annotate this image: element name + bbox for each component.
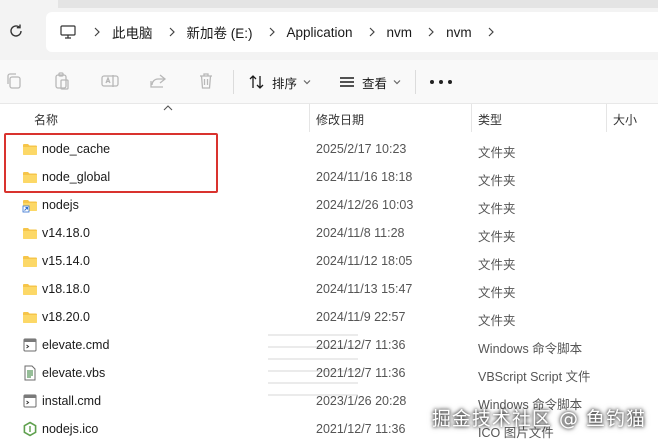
file-type: 文件夹 (478, 202, 516, 216)
highlight-annotation-box (4, 133, 218, 193)
file-type: 文件夹 (478, 146, 516, 160)
more-options-button[interactable] (430, 72, 452, 92)
file-name: elevate.vbs (42, 366, 106, 380)
copy-icon[interactable] (4, 71, 24, 91)
refresh-icon[interactable] (7, 22, 25, 40)
dot-icon (439, 80, 443, 84)
folder-icon (23, 312, 37, 323)
chevron-right-icon[interactable] (92, 26, 102, 38)
column-size[interactable]: 大小 (613, 111, 637, 128)
column-date[interactable]: 修改日期 (316, 111, 364, 128)
file-row[interactable]: v14.18.0 2024/11/8 11:28 文件夹 (0, 219, 658, 247)
address-area: 此电脑 新加卷 (E:) Application nvm nvm (0, 0, 658, 60)
file-type: Windows 命令脚本 (478, 342, 583, 356)
sort-button[interactable]: 排序 (248, 70, 311, 94)
nodejs-ico-icon (23, 421, 37, 437)
dot-icon (448, 80, 452, 84)
title-strip (58, 0, 658, 8)
file-date: 2025/2/17 10:23 (316, 142, 407, 156)
toolbar-divider (415, 70, 416, 94)
paste-icon[interactable] (52, 71, 72, 91)
breadcrumb-nvm[interactable]: nvm (387, 25, 413, 40)
vbs-file-icon (24, 365, 36, 381)
file-name: nodejs.ico (42, 422, 99, 436)
view-label: 查看 (362, 76, 388, 91)
file-date: 2024/11/8 11:28 (316, 226, 405, 240)
file-name: v18.20.0 (42, 310, 90, 324)
folder-shortcut-icon (22, 200, 37, 213)
file-type: 文件夹 (478, 286, 516, 300)
delete-icon[interactable] (196, 71, 216, 91)
dot-icon (430, 80, 434, 84)
chevron-down-icon (303, 80, 311, 85)
faint-overlay-text (268, 326, 358, 396)
chevron-down-icon (393, 80, 401, 85)
file-type: 文件夹 (478, 314, 516, 328)
file-name: v14.18.0 (42, 226, 90, 240)
chevron-right-icon[interactable] (167, 26, 177, 38)
chevron-right-icon[interactable] (426, 26, 436, 38)
column-divider[interactable] (606, 104, 607, 132)
file-date: 2024/11/16 18:18 (316, 170, 413, 184)
folder-icon (23, 284, 37, 295)
file-type: 文件夹 (478, 258, 516, 272)
address-bar[interactable]: 此电脑 新加卷 (E:) Application nvm nvm (46, 12, 658, 52)
column-name[interactable]: 名称 (34, 111, 58, 128)
file-date: 2023/1/26 20:28 (316, 394, 407, 408)
column-header: 名称 修改日期 类型 大小 (0, 104, 658, 132)
file-name: nodejs (42, 198, 79, 212)
sort-ascending-icon (163, 105, 173, 111)
file-name: v15.14.0 (42, 254, 90, 268)
sort-icon (249, 75, 264, 89)
breadcrumb-nvm-current[interactable]: nvm (446, 25, 472, 40)
file-type: 文件夹 (478, 230, 516, 244)
view-list-icon (340, 77, 354, 87)
command-bar: 排序 查看 (0, 60, 658, 104)
file-name: v18.18.0 (42, 282, 90, 296)
computer-icon (60, 25, 76, 39)
file-type: VBScript Script 文件 (478, 370, 591, 384)
column-divider[interactable] (309, 104, 310, 132)
chevron-right-icon[interactable] (367, 26, 377, 38)
file-date: 2024/11/13 15:47 (316, 282, 413, 296)
share-icon[interactable] (148, 71, 168, 91)
breadcrumb-drive-e[interactable]: 新加卷 (E:) (187, 22, 253, 42)
chevron-right-icon[interactable] (486, 26, 496, 38)
column-type[interactable]: 类型 (478, 111, 502, 128)
file-date: 2024/11/12 18:05 (316, 254, 413, 268)
breadcrumb-this-pc[interactable]: 此电脑 (112, 22, 153, 42)
folder-icon (23, 228, 37, 239)
toolbar-divider (233, 70, 234, 94)
file-date: 2021/12/7 11:36 (316, 422, 406, 436)
breadcrumb-application[interactable]: Application (287, 25, 353, 40)
file-date: 2024/11/9 22:57 (316, 310, 406, 324)
file-name: install.cmd (42, 394, 102, 408)
cmd-file-icon (23, 338, 37, 352)
file-row[interactable]: nodejs 2024/12/26 10:03 文件夹 (0, 191, 658, 219)
file-date: 2024/12/26 10:03 (316, 198, 414, 212)
file-type: 文件夹 (478, 174, 516, 188)
chevron-right-icon[interactable] (267, 26, 277, 38)
watermark: 掘金技术社区 @ 鱼钓猫 (431, 408, 646, 430)
folder-icon (23, 256, 37, 267)
view-button[interactable]: 查看 (338, 70, 401, 94)
file-row[interactable]: v15.14.0 2024/11/12 18:05 文件夹 (0, 247, 658, 275)
sort-label: 排序 (272, 76, 298, 91)
file-name: elevate.cmd (42, 338, 110, 352)
rename-icon[interactable] (100, 71, 120, 91)
file-row[interactable]: v18.18.0 2024/11/13 15:47 文件夹 (0, 275, 658, 303)
column-divider[interactable] (471, 104, 472, 132)
cmd-file-icon (23, 394, 37, 408)
